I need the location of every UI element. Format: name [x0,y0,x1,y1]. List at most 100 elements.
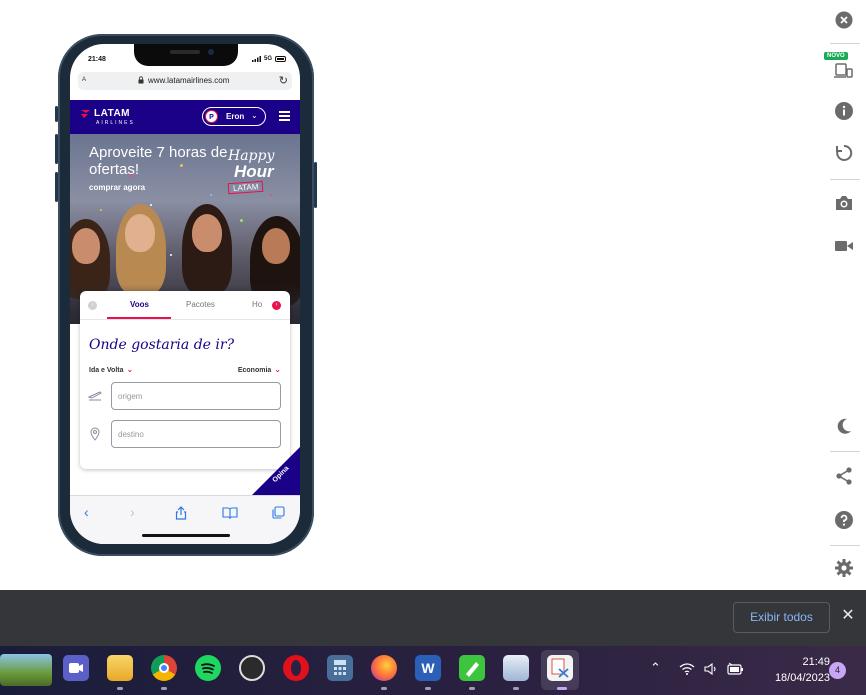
reader-aa-button[interactable]: A [82,77,86,83]
browser-url-bar[interactable]: A www.latamairlines.com ↻ [78,72,292,90]
search-card: ‹ Voos Pacotes Ho › Onde gostaria de ir?… [80,291,290,469]
status-time: 21:48 [88,56,106,63]
chevron-down-icon: ⌄ [126,365,134,374]
latam-header: LATAM AIRLINES P Eron ⌄ [70,100,300,134]
hero-title: Aproveite 7 horas de ofertas! [89,144,228,178]
snipping-tool-icon[interactable] [547,655,573,681]
opera-icon[interactable] [283,655,309,681]
volume-icon[interactable] [704,663,718,675]
teams-meet-icon[interactable] [63,655,89,681]
phone-volume-up-button [55,134,58,164]
search-title: Onde gostaria de ir? [89,337,235,353]
tabs-next-button[interactable]: › [272,301,281,310]
close-icon[interactable] [832,8,856,32]
tabs-prev-button[interactable]: ‹ [88,301,97,310]
notes-app-icon[interactable] [459,655,485,681]
clock-time: 21:49 [802,656,830,668]
battery-icon [275,56,286,62]
video-icon[interactable] [832,234,856,258]
running-indicator [161,687,167,690]
chrome-icon[interactable] [151,655,177,681]
taskbar: W ⌃ 21:49 18/04/2023 4 [0,646,866,695]
file-explorer-icon[interactable] [107,655,133,681]
calculator-icon[interactable] [327,655,353,681]
promo-latam: LATAM [227,180,264,195]
help-icon[interactable] [832,508,856,532]
lock-icon [138,76,144,84]
latam-logo-icon[interactable] [80,108,92,120]
firefox-icon[interactable] [371,655,397,681]
info-icon[interactable] [832,99,856,123]
share-icon[interactable] [174,506,188,520]
network-label: 5G [263,56,272,62]
cabin-select[interactable]: Economia ⌄ [238,365,281,374]
tab-voos[interactable]: Voos [130,300,149,309]
clock-date: 18/04/2023 [774,672,830,684]
hero-cta-link[interactable]: comprar agora [89,183,145,192]
toolbar-divider [830,451,860,452]
phone-mockup: 21:48 5G A www.latamairlines.com ↻ LATAM… [55,34,317,556]
phone-power-button [314,162,317,208]
back-icon[interactable]: ‹ [84,504,89,520]
running-indicator [469,687,475,690]
tab-hoteis[interactable]: Ho [252,300,262,309]
origin-input[interactable] [112,383,280,409]
promo-hour: Hour [234,162,274,181]
location-pin-icon [90,427,100,441]
cabin-label: Economia [237,367,272,374]
running-indicator [117,687,123,690]
destination-input[interactable] [112,421,280,447]
devices-icon[interactable] [832,58,856,82]
tab-active-indicator [107,317,171,319]
forward-icon[interactable]: › [130,504,135,520]
downloads-bar: Exibir todos ✕ [0,590,866,646]
chevron-up-icon[interactable]: ⌃ [650,660,661,676]
user-name: Eron [226,112,245,121]
latam-brand[interactable]: LATAM [94,108,130,119]
origin-field[interactable] [111,382,281,410]
phone-volume-down-button [55,172,58,202]
phone-screen: 21:48 5G A www.latamairlines.com ↻ LATAM… [70,44,300,544]
notification-count-badge[interactable]: 4 [829,662,846,679]
tabs-divider [80,319,290,320]
running-indicator [425,687,431,690]
rotate-icon[interactable] [832,141,856,165]
phone-mute-button [55,106,58,122]
tab-pacotes[interactable]: Pacotes [186,300,215,309]
plane-takeoff-icon [88,391,102,401]
spotify-icon[interactable] [195,655,221,681]
status-indicators: 5G [251,56,286,62]
active-indicator [557,687,567,690]
user-menu-button[interactable]: P Eron ⌄ [202,107,266,126]
dark-mode-moon-icon[interactable] [832,414,856,438]
running-indicator [381,687,387,690]
signal-icon [251,56,261,62]
battery-icon[interactable] [727,662,744,676]
bookmarks-icon[interactable] [222,507,238,519]
url-text: www.latamairlines.com [148,76,230,85]
camera-icon[interactable] [832,191,856,215]
chevron-down-icon: ⌄ [274,365,281,374]
home-indicator [142,534,230,537]
hamburger-menu-icon[interactable] [279,111,290,121]
destination-field[interactable] [111,420,281,448]
trip-type-select[interactable]: Ida e Volta ⌄ [89,365,133,374]
toolbar-divider [830,43,860,44]
wifi-icon[interactable] [679,663,695,675]
tabs-icon[interactable] [272,506,285,519]
installer-icon[interactable] [503,655,529,681]
word-icon[interactable]: W [415,655,441,681]
latam-brand-sub: AIRLINES [96,120,135,126]
show-all-downloads-button[interactable]: Exibir todos [733,602,830,633]
reload-icon[interactable]: ↻ [279,74,288,87]
close-downloads-bar-icon[interactable]: ✕ [840,608,856,624]
weather-widget-icon[interactable] [0,654,52,686]
system-clock[interactable]: 21:49 18/04/2023 [756,654,830,686]
obs-icon[interactable] [239,655,265,681]
trip-type-label: Ida e Volta [89,367,124,374]
phone-notch [134,44,238,66]
gear-icon[interactable] [832,556,856,580]
share-icon[interactable] [832,464,856,488]
main-area: 21:48 5G A www.latamairlines.com ↻ LATAM… [0,0,866,590]
toolbar-divider [830,545,860,546]
